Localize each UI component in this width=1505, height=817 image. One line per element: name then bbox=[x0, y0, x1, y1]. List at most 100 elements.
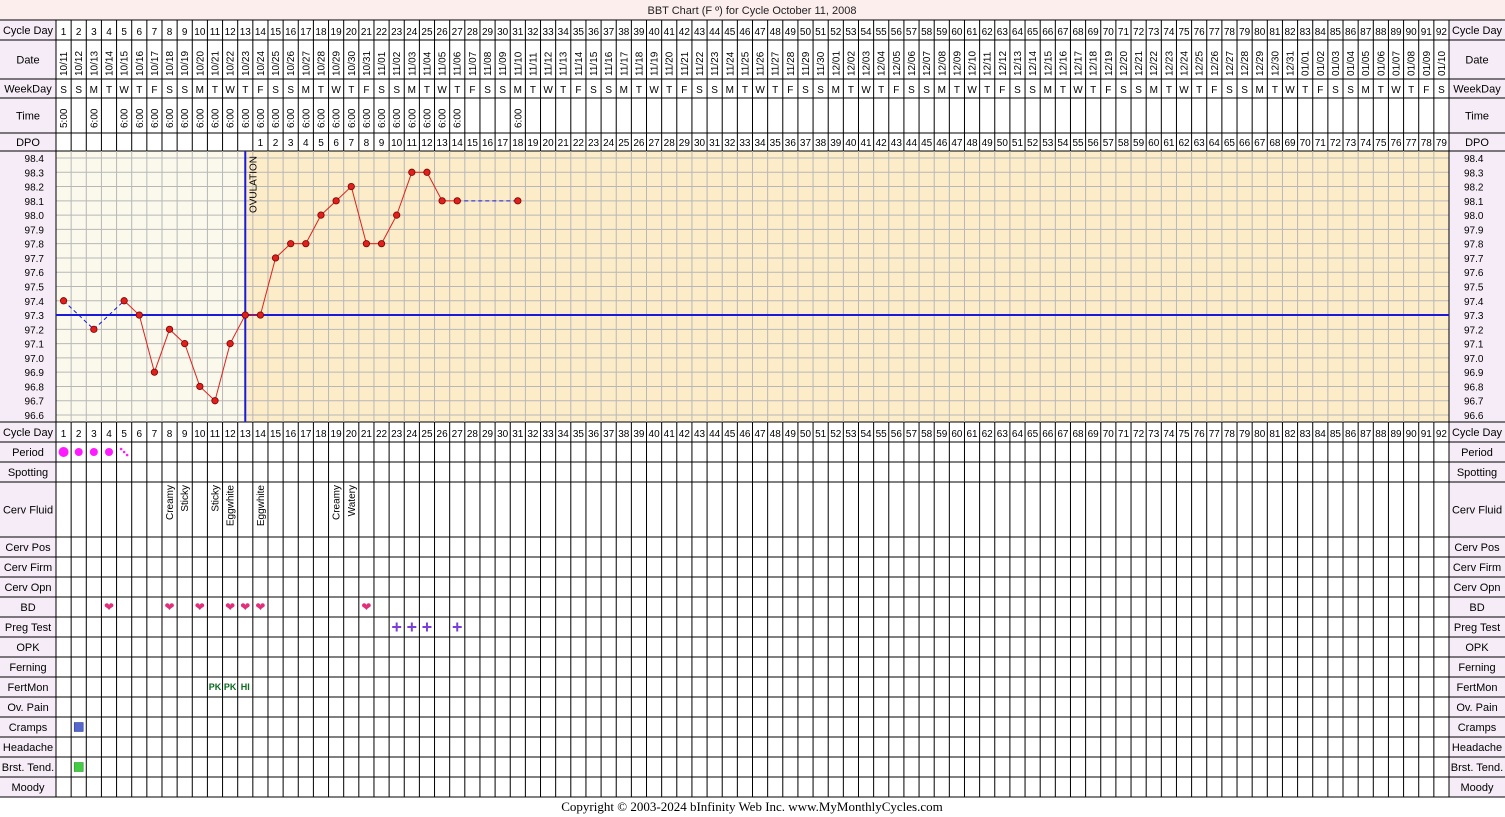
y-tick-label-right: 97.8 bbox=[1464, 240, 1484, 251]
weekday-label: T bbox=[348, 85, 354, 96]
weekday-label: T bbox=[242, 85, 248, 96]
date-label: 11/02 bbox=[392, 51, 403, 76]
weekday-label: W bbox=[967, 85, 977, 96]
cycle-day-number: 84 bbox=[1315, 27, 1327, 38]
temp-point bbox=[408, 168, 416, 176]
cycle-day-number: 75 bbox=[1178, 27, 1190, 38]
time-label: 6:00 bbox=[195, 108, 206, 128]
cycle-day-number: 44 bbox=[709, 27, 721, 38]
cycle-day-number: 61 bbox=[966, 27, 978, 38]
weekday-label: W bbox=[1391, 85, 1401, 96]
dpo-number: 78 bbox=[1421, 138, 1433, 149]
dpo-number: 59 bbox=[1133, 138, 1145, 149]
cycle-day-number: 74 bbox=[1163, 27, 1175, 38]
cycle-day-number: 66 bbox=[1042, 27, 1054, 38]
date-label: 11/29 bbox=[801, 51, 812, 76]
y-tick-label-right: 96.6 bbox=[1464, 411, 1484, 422]
weekday-label: T bbox=[1302, 85, 1308, 96]
weekday-label: M bbox=[1044, 85, 1052, 96]
cycle-day-number-bottom: 60 bbox=[951, 429, 963, 440]
cycle-day-number-bottom: 20 bbox=[346, 429, 358, 440]
dpo-number: 77 bbox=[1406, 138, 1418, 149]
cycle-day-number-bottom: 76 bbox=[1194, 429, 1206, 440]
cycle-day-number-bottom: 7 bbox=[152, 429, 158, 440]
weekday-label: F bbox=[999, 85, 1005, 96]
weekday-label: S bbox=[393, 85, 400, 96]
cycle-day-number-bottom: 40 bbox=[649, 429, 661, 440]
date-label: 12/24 bbox=[1180, 51, 1191, 76]
dpo-number: 5 bbox=[318, 138, 324, 149]
cycle-day-number: 32 bbox=[527, 27, 539, 38]
weekday-label: T bbox=[1378, 85, 1384, 96]
dpo-number: 30 bbox=[694, 138, 706, 149]
weekday-label: W bbox=[649, 85, 659, 96]
date-label: 12/03 bbox=[862, 51, 873, 76]
time-label: 6:00 bbox=[316, 108, 327, 128]
weekday-label: W bbox=[1285, 85, 1295, 96]
cerv-fluid-label: Sticky bbox=[180, 485, 191, 512]
weekday-label: T bbox=[878, 85, 884, 96]
date-label: 10/25 bbox=[271, 51, 282, 76]
cycle-day-number-bottom: 30 bbox=[497, 429, 509, 440]
temp-point bbox=[347, 182, 355, 191]
dpo-number: 10 bbox=[391, 138, 403, 149]
date-label: 12/25 bbox=[1195, 51, 1206, 76]
y-tick-label: 97.1 bbox=[25, 340, 45, 351]
row-label-spotting: Spotting bbox=[8, 467, 48, 479]
time-label: 6:00 bbox=[362, 108, 373, 128]
cycle-day-number: 92 bbox=[1436, 27, 1448, 38]
weekday-label: S bbox=[908, 85, 915, 96]
dpo-number: 32 bbox=[724, 138, 736, 149]
dpo-number: 13 bbox=[437, 138, 449, 149]
row-label-period: Period bbox=[12, 447, 44, 459]
dpo-number: 45 bbox=[921, 138, 933, 149]
row-label-cycle-day: Cycle Day bbox=[3, 25, 54, 37]
cycle-day-number: 89 bbox=[1390, 27, 1402, 38]
temp-point bbox=[423, 168, 431, 176]
date-label: 01/06 bbox=[1376, 51, 1387, 76]
weekday-label: S bbox=[166, 85, 173, 96]
cycle-day-number: 29 bbox=[482, 27, 494, 38]
date-label: 01/07 bbox=[1392, 51, 1403, 76]
date-label: 12/23 bbox=[1164, 51, 1175, 76]
date-label: 11/15 bbox=[589, 51, 600, 76]
y-tick-label-right: 97.2 bbox=[1464, 325, 1484, 336]
date-label: 12/20 bbox=[1119, 51, 1130, 76]
temp-point bbox=[362, 240, 370, 248]
weekday-label: S bbox=[590, 85, 597, 96]
cycle-day-number: 8 bbox=[167, 27, 173, 38]
cycle-day-number: 35 bbox=[573, 27, 585, 38]
date-label: 12/30 bbox=[1270, 51, 1281, 76]
bd-heart-icon: ❤ bbox=[225, 600, 235, 614]
cycle-day-number: 91 bbox=[1421, 27, 1433, 38]
date-label: 12/12 bbox=[998, 51, 1009, 76]
weekday-label: T bbox=[1060, 85, 1066, 96]
cycle-day-number-bottom: 63 bbox=[997, 429, 1009, 440]
dpo-number: 72 bbox=[1330, 138, 1342, 149]
dpo-number: 74 bbox=[1360, 138, 1372, 149]
weekday-label: M bbox=[1150, 85, 1158, 96]
temp-point bbox=[241, 311, 249, 319]
date-label: 12/06 bbox=[907, 51, 918, 76]
dpo-number: 69 bbox=[1284, 138, 1296, 149]
cycle-day-number: 22 bbox=[376, 27, 388, 38]
cycle-day-number-bottom: 92 bbox=[1436, 429, 1448, 440]
cycle-day-number: 28 bbox=[467, 27, 479, 38]
row-label-cycle-day: Cycle Day bbox=[3, 427, 54, 439]
cycle-day-number-bottom: 65 bbox=[1027, 429, 1039, 440]
cycle-day-number: 30 bbox=[497, 27, 509, 38]
dpo-number: 51 bbox=[1012, 138, 1024, 149]
row-label-right-ov-pain: Ov. Pain bbox=[1456, 702, 1497, 714]
cycle-day-number: 40 bbox=[649, 27, 661, 38]
cycle-day-number-bottom: 71 bbox=[1118, 429, 1130, 440]
date-label: 11/12 bbox=[544, 51, 555, 76]
cycle-day-number: 50 bbox=[800, 27, 812, 38]
date-label: 11/28 bbox=[786, 51, 797, 76]
weekday-label: S bbox=[378, 85, 385, 96]
cycle-day-number: 47 bbox=[755, 27, 767, 38]
weekday-label: M bbox=[514, 85, 522, 96]
date-label: 01/03 bbox=[1331, 51, 1342, 76]
dpo-number: 6 bbox=[333, 138, 339, 149]
cycle-day-number-bottom: 45 bbox=[724, 429, 736, 440]
row-label-right-time: Time bbox=[1465, 111, 1489, 123]
